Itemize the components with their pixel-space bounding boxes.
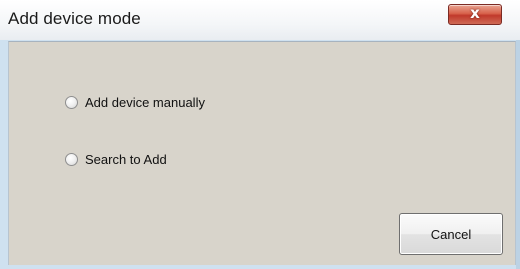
window-title: Add device mode	[8, 9, 141, 28]
close-icon: x	[470, 4, 480, 22]
add-manually-option[interactable]: Add device manually	[65, 92, 205, 112]
close-button[interactable]: x	[448, 4, 502, 25]
add-manually-label: Add device manually	[85, 94, 205, 110]
add-manually-radio[interactable]	[65, 95, 78, 109]
title-bar[interactable]: Add device mode x	[0, 0, 520, 40]
search-to-add-option[interactable]: Search to Add	[65, 149, 167, 169]
search-to-add-label: Search to Add	[85, 151, 167, 167]
cancel-button[interactable]: Cancel	[399, 213, 503, 255]
search-to-add-radio[interactable]	[65, 152, 78, 166]
window-frame-right	[516, 40, 520, 269]
dialog-body: Add device manually Search to Add Cancel	[8, 41, 516, 265]
dialog-window: Add device mode x Add device manually Se…	[0, 0, 520, 269]
